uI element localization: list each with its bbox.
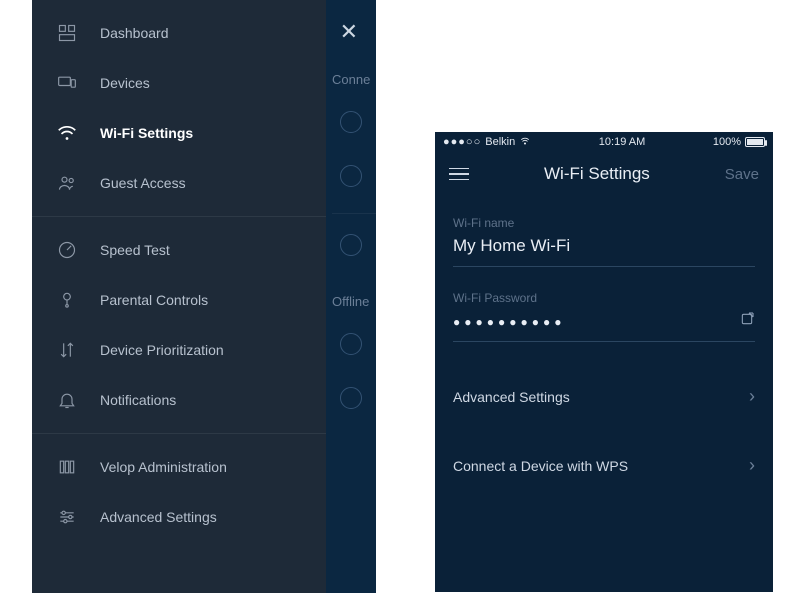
sidebar-item-label: Velop Administration	[100, 459, 227, 475]
device-row[interactable]	[332, 218, 376, 272]
sliders-icon	[56, 506, 78, 528]
radio-icon	[340, 111, 362, 133]
radio-icon	[340, 387, 362, 409]
device-row[interactable]	[332, 371, 376, 425]
dashboard-icon	[56, 22, 78, 44]
sidebar-item-device-prioritization[interactable]: Device Prioritization	[32, 325, 326, 375]
sidebar-item-label: Advanced Settings	[100, 509, 217, 525]
share-icon[interactable]	[739, 311, 755, 332]
devices-icon	[56, 72, 78, 94]
save-button[interactable]: Save	[725, 166, 759, 183]
nav-bar: Wi-Fi Settings Save	[435, 152, 773, 196]
device-row[interactable]	[332, 95, 376, 149]
radio-icon	[340, 333, 362, 355]
sidebar-item-dashboard[interactable]: Dashboard	[32, 8, 326, 58]
signal-dots: ●●●○○	[443, 136, 481, 148]
sidebar-item-label: Dashboard	[100, 25, 169, 41]
battery-pct: 100%	[713, 136, 741, 148]
carrier-label: Belkin	[485, 136, 515, 148]
radio-icon	[340, 165, 362, 187]
wifi-password-input[interactable]: ●●●●●●●●●●	[453, 311, 755, 342]
sidebar-item-speed-test[interactable]: Speed Test	[32, 225, 326, 275]
radio-icon	[340, 234, 362, 256]
wifi-name-value: My Home Wi-Fi	[453, 236, 570, 255]
clock: 10:19 AM	[599, 136, 645, 148]
sidebar-item-wifi-settings[interactable]: Wi-Fi Settings	[32, 108, 326, 158]
wifi-password-label: Wi-Fi Password	[453, 291, 755, 305]
sidebar-item-label: Parental Controls	[100, 292, 208, 308]
sidebar-item-guest-access[interactable]: Guest Access	[32, 158, 326, 208]
chevron-right-icon: ›	[749, 386, 755, 407]
section-connected-label: Conne	[332, 64, 376, 95]
link-label: Connect a Device with WPS	[453, 458, 628, 474]
menu-icon[interactable]	[449, 164, 469, 185]
sidebar-item-label: Wi-Fi Settings	[100, 125, 193, 141]
lock-icon	[56, 289, 78, 311]
bell-icon	[56, 389, 78, 411]
link-label: Advanced Settings	[453, 389, 570, 405]
wifi-name-input[interactable]: My Home Wi-Fi	[453, 236, 755, 267]
section-offline-label: Offline	[332, 286, 376, 317]
battery-icon	[745, 137, 765, 147]
sidebar-item-devices[interactable]: Devices	[32, 58, 326, 108]
sidebar-item-label: Device Prioritization	[100, 342, 224, 358]
sidebar-item-velop-administration[interactable]: Velop Administration	[32, 442, 326, 492]
sidebar-item-notifications[interactable]: Notifications	[32, 375, 326, 425]
sidebar-item-label: Speed Test	[100, 242, 170, 258]
sidebar-item-parental-controls[interactable]: Parental Controls	[32, 275, 326, 325]
wifi-icon	[56, 122, 78, 144]
sidebar-item-advanced-settings[interactable]: Advanced Settings	[32, 492, 326, 542]
gauge-icon	[56, 239, 78, 261]
main-nav-sidebar: Dashboard Devices Wi-Fi Settings Guest A…	[32, 0, 326, 593]
wifi-status-icon	[519, 136, 531, 149]
connect-wps-link[interactable]: Connect a Device with WPS ›	[435, 435, 773, 496]
nodes-icon	[56, 456, 78, 478]
advanced-settings-link[interactable]: Advanced Settings ›	[435, 366, 773, 427]
sidebar-item-label: Devices	[100, 75, 150, 91]
arrows-icon	[56, 339, 78, 361]
device-row[interactable]	[332, 317, 376, 371]
device-row[interactable]	[332, 149, 376, 203]
sidebar-item-label: Notifications	[100, 392, 176, 408]
people-icon	[56, 172, 78, 194]
chevron-right-icon: ›	[749, 455, 755, 476]
wifi-password-value: ●●●●●●●●●●	[453, 315, 565, 329]
phone-screen: ●●●○○ Belkin 10:19 AM 100% Wi-Fi Setting…	[435, 132, 773, 592]
wifi-name-label: Wi-Fi name	[453, 216, 755, 230]
sidebar-item-label: Guest Access	[100, 175, 186, 191]
page-title: Wi-Fi Settings	[544, 164, 650, 184]
status-bar: ●●●○○ Belkin 10:19 AM 100%	[435, 132, 773, 152]
close-icon[interactable]: ✕	[340, 19, 358, 45]
